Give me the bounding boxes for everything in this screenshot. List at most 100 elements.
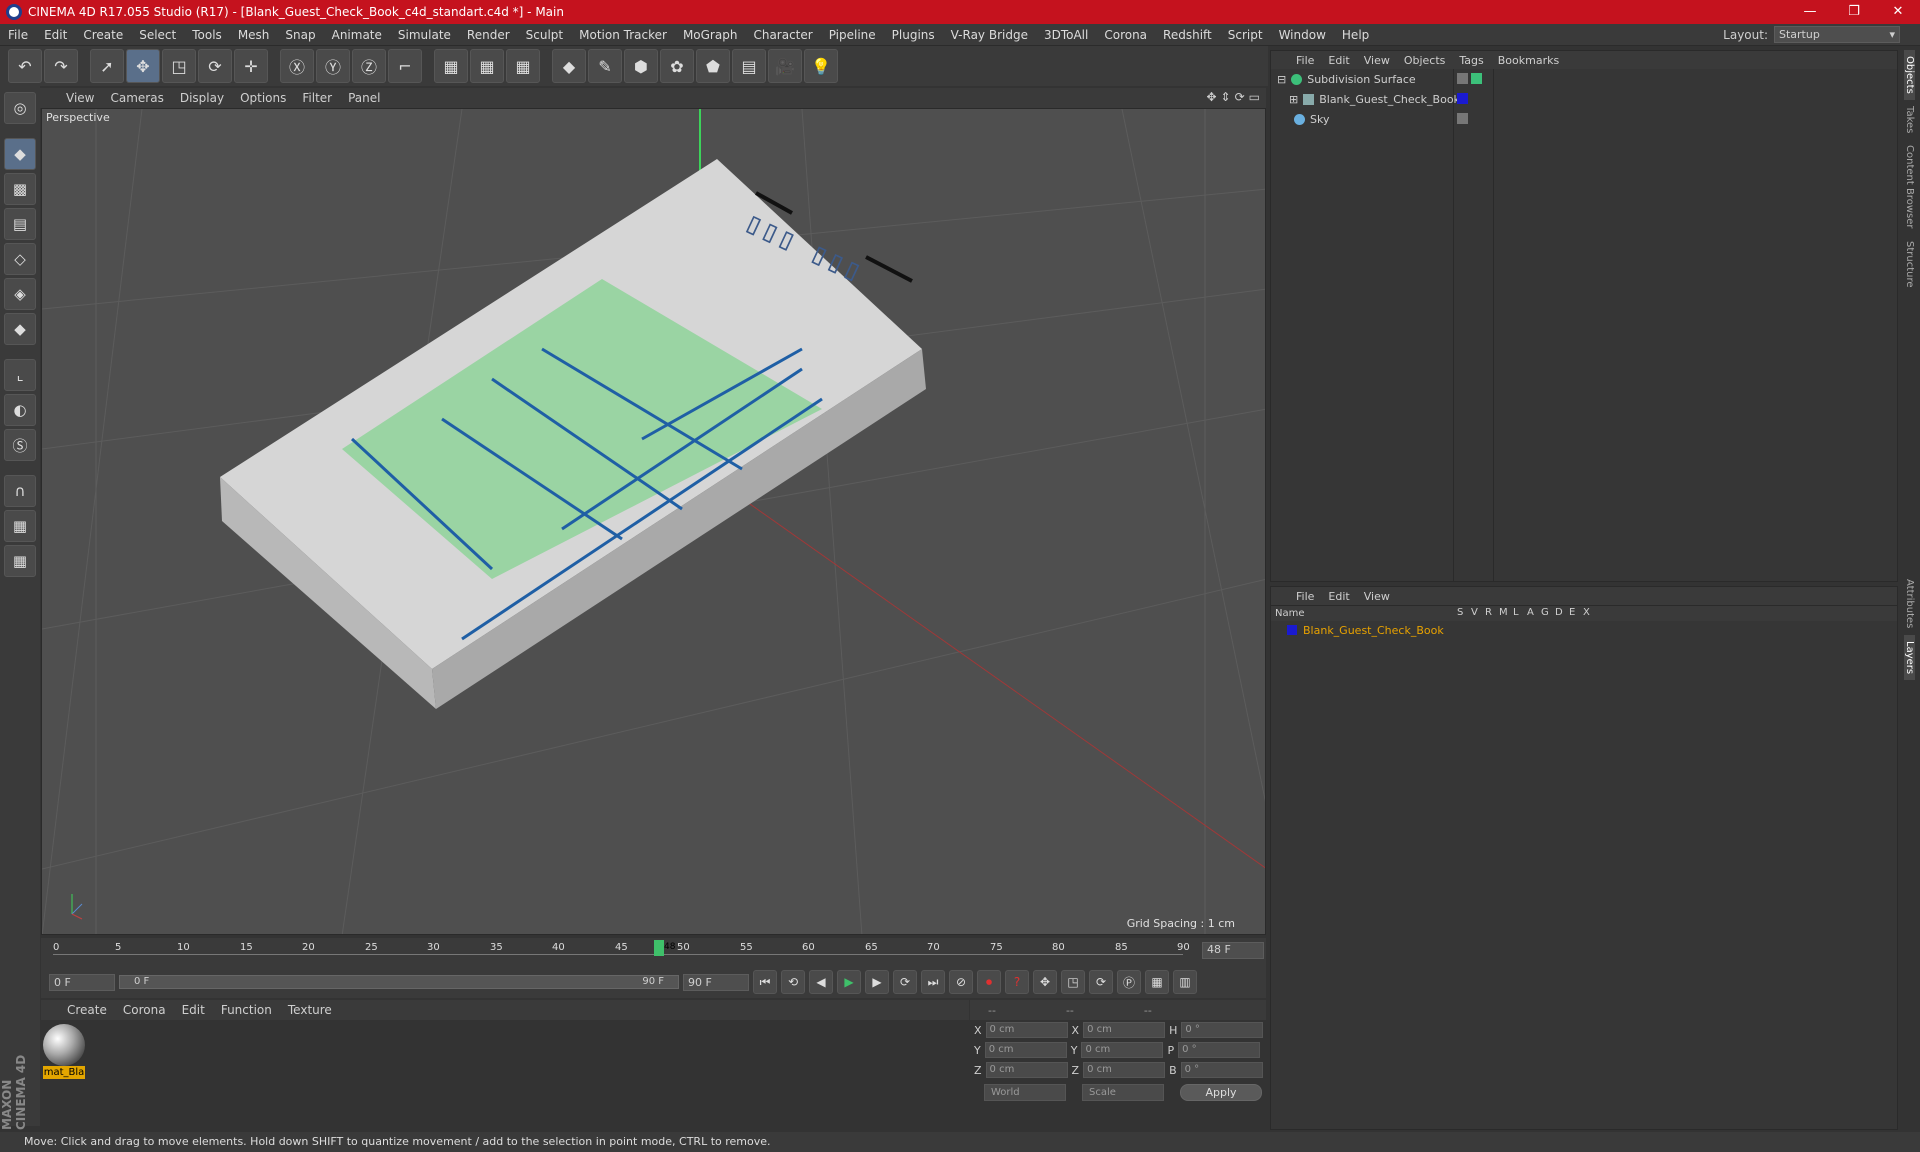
menu-plugins[interactable]: Plugins (884, 28, 943, 42)
floor-scene-icon[interactable]: ▤ (732, 49, 766, 83)
redo-icon[interactable]: ↷ (44, 49, 78, 83)
menu-vray-bridge[interactable]: V-Ray Bridge (943, 28, 1036, 42)
axis-mode-icon[interactable]: ⌞ (4, 359, 36, 391)
prev-frame-icon[interactable]: ◀ (809, 970, 833, 994)
object-row-sky[interactable]: Sky (1271, 109, 1897, 129)
menu-select[interactable]: Select (131, 28, 184, 42)
next-frame-icon[interactable]: ▶ (865, 970, 889, 994)
menu-mograph[interactable]: MoGraph (675, 28, 746, 42)
scale-tool-icon[interactable]: ◳ (162, 49, 196, 83)
position-z-field[interactable]: 0 cm (985, 1062, 1068, 1078)
coordinate-system-icon[interactable]: ⌐ (388, 49, 422, 83)
go-to-start-icon[interactable]: ⏮ (753, 970, 777, 994)
perspective-viewport[interactable]: ▯▯▯ ▯▯▯ Perspective Grid Spacing : 1 cm (41, 108, 1266, 935)
playhead[interactable]: 48 (654, 940, 675, 956)
layers-menu-view[interactable]: View (1357, 590, 1397, 603)
layer-col-view[interactable]: V (1471, 607, 1478, 618)
texture-mode-icon[interactable]: ▩ (4, 173, 36, 205)
menu-tools[interactable]: Tools (184, 28, 230, 42)
tab-objects[interactable]: Objects (1904, 50, 1915, 100)
layer-col-locked[interactable]: L (1513, 607, 1519, 618)
menu-3dtoall[interactable]: 3DToAll (1036, 28, 1096, 42)
layer-col-solo[interactable]: S (1457, 607, 1463, 618)
workplane-lock-icon[interactable]: ▦ (4, 510, 36, 542)
layer-color-swatch[interactable] (1287, 625, 1297, 635)
position-x-field[interactable]: 0 cm (985, 1022, 1068, 1038)
menu-snap[interactable]: Snap (277, 28, 323, 42)
menu-edit[interactable]: Edit (36, 28, 75, 42)
prev-key-icon[interactable]: ⟲ (781, 970, 805, 994)
x-axis-icon[interactable]: Ⓧ (280, 49, 314, 83)
pan-icon[interactable]: ✥ (1206, 90, 1216, 104)
layout-dropdown[interactable]: Startup (1774, 26, 1900, 43)
layer-col-xref[interactable]: X (1583, 607, 1590, 618)
layer-col-manager[interactable]: M (1499, 607, 1508, 618)
collapse-toggle-icon[interactable]: ⊟ (1277, 73, 1286, 86)
menu-animate[interactable]: Animate (324, 28, 390, 42)
polygon-mode-icon[interactable]: ◆ (4, 313, 36, 345)
guest-check-book-model[interactable]: ▯▯▯ ▯▯▯ (220, 159, 926, 709)
start-frame-field[interactable]: 0 F (49, 973, 115, 991)
object-row-subdivision-surface[interactable]: ⊟ Subdivision Surface (1271, 69, 1897, 89)
objects-menu-view[interactable]: View (1357, 54, 1397, 67)
light-icon[interactable]: 💡 (804, 49, 838, 83)
tab-attributes[interactable]: Attributes (1904, 573, 1915, 634)
layers-menu-file[interactable]: File (1289, 590, 1321, 603)
tab-structure[interactable]: Structure (1904, 235, 1915, 294)
menu-mesh[interactable]: Mesh (230, 28, 278, 42)
render-settings-icon[interactable]: ▦ (506, 49, 540, 83)
end-frame-field[interactable]: 90 F (683, 973, 749, 991)
visibility-toggle[interactable] (1457, 73, 1468, 84)
material-menu-create[interactable]: Create (59, 1003, 115, 1017)
render-view-icon[interactable]: ▦ (434, 49, 468, 83)
object-row-guest-check-book[interactable]: ⊞ Blank_Guest_Check_Book (1271, 89, 1897, 109)
viewport-menu-display[interactable]: Display (172, 91, 232, 105)
key-pla-icon[interactable]: ▦ (1145, 970, 1169, 994)
material-menu-corona[interactable]: Corona (115, 1003, 174, 1017)
key-scale-icon[interactable]: ◳ (1061, 970, 1085, 994)
undo-icon[interactable]: ↶ (8, 49, 42, 83)
array-mograph-icon[interactable]: ✿ (660, 49, 694, 83)
layer-col-deformers[interactable]: D (1555, 607, 1563, 618)
orbit-icon[interactable]: ⟳ (1235, 90, 1245, 104)
cube-primitive-icon[interactable]: ◆ (552, 49, 586, 83)
play-icon[interactable]: ▶ (837, 970, 861, 994)
motion-path-icon[interactable]: ⊘ (949, 970, 973, 994)
apply-button[interactable]: Apply (1180, 1084, 1262, 1101)
layer-col-expressions[interactable]: E (1569, 607, 1575, 618)
rotation-p-field[interactable]: 0 ° (1178, 1042, 1261, 1058)
menu-redshift[interactable]: Redshift (1155, 28, 1220, 42)
record-icon[interactable]: ⏺ (977, 970, 1001, 994)
viewport-menu-options[interactable]: Options (232, 91, 294, 105)
menu-motion-tracker[interactable]: Motion Tracker (571, 28, 675, 42)
objects-menu-file[interactable]: File (1289, 54, 1321, 67)
menu-pipeline[interactable]: Pipeline (821, 28, 884, 42)
current-frame-field[interactable]: 48 F (1202, 942, 1264, 959)
size-z-field[interactable]: 0 cm (1083, 1062, 1166, 1078)
timeline-ruler[interactable] (53, 954, 1183, 962)
menu-script[interactable]: Script (1220, 28, 1271, 42)
enabled-check-icon[interactable] (1471, 73, 1482, 84)
position-y-field[interactable]: 0 cm (984, 1042, 1067, 1058)
material-menu-texture[interactable]: Texture (280, 1003, 340, 1017)
next-key-icon[interactable]: ⟳ (893, 970, 917, 994)
transform-tool-icon[interactable]: ✛ (234, 49, 268, 83)
solo-icon[interactable]: Ⓢ (4, 429, 36, 461)
viewport-menu-filter[interactable]: Filter (294, 91, 340, 105)
menu-help[interactable]: Help (1334, 28, 1377, 42)
y-axis-icon[interactable]: Ⓨ (316, 49, 350, 83)
menu-window[interactable]: Window (1271, 28, 1334, 42)
layer-color-swatch[interactable] (1457, 93, 1468, 104)
menu-file[interactable]: File (0, 28, 36, 42)
make-editable-icon[interactable]: ◎ (4, 92, 36, 124)
rotation-h-field[interactable]: 0 ° (1181, 1022, 1264, 1038)
timeline[interactable]: 0 5 10 15 20 25 30 35 40 45 50 55 60 65 … (41, 938, 1266, 966)
menu-create[interactable]: Create (75, 28, 131, 42)
deformer-icon[interactable]: ⬟ (696, 49, 730, 83)
objects-menu-bookmarks[interactable]: Bookmarks (1491, 54, 1566, 67)
tab-takes[interactable]: Takes (1904, 100, 1915, 139)
timeline-editor-icon[interactable]: ▥ (1173, 970, 1197, 994)
size-mode-dropdown[interactable]: Scale (1082, 1084, 1164, 1101)
snap-magnet-icon[interactable]: ∩ (4, 475, 36, 507)
maximize-view-icon[interactable]: ▭ (1249, 90, 1260, 104)
